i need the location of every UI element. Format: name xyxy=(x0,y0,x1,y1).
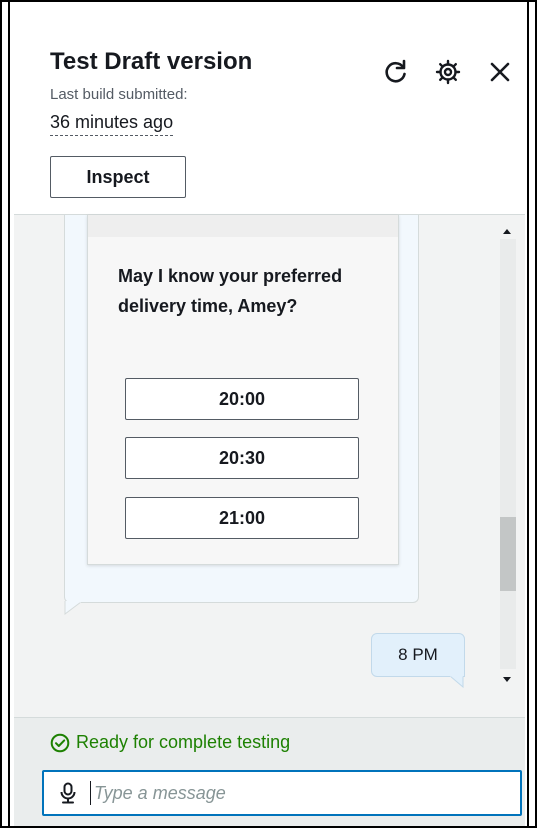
microphone-icon[interactable] xyxy=(58,782,78,804)
panel-title: Test Draft version xyxy=(50,48,253,75)
panel-right-border xyxy=(527,2,529,826)
scroll-thumb[interactable] xyxy=(500,517,516,591)
option-button-3[interactable]: 21:00 xyxy=(125,497,359,539)
option-button-1[interactable]: 20:00 xyxy=(125,378,359,420)
option-button-2[interactable]: 20:30 xyxy=(125,437,359,479)
refresh-icon[interactable] xyxy=(382,58,410,86)
test-panel: Test Draft version Last build submitted:… xyxy=(0,0,537,828)
chat-transcript[interactable]: May I know your preferred delivery time,… xyxy=(14,214,525,718)
bot-bubble-tail xyxy=(64,601,82,615)
message-input[interactable] xyxy=(90,781,520,805)
gear-icon[interactable] xyxy=(434,58,462,86)
user-bubble-tail xyxy=(450,676,464,688)
check-circle-icon xyxy=(50,733,70,752)
response-card: May I know your preferred delivery time,… xyxy=(87,215,399,565)
build-time-ago[interactable]: 36 minutes ago xyxy=(50,112,174,136)
test-status: Ready for complete testing xyxy=(50,732,290,753)
scroll-track[interactable] xyxy=(500,239,516,669)
close-icon[interactable] xyxy=(486,58,514,86)
panel-footer: Ready for complete testing xyxy=(14,717,525,826)
card-image-area xyxy=(88,215,398,237)
build-status-label: Last build submitted: xyxy=(50,86,188,103)
card-question-text: May I know your preferred delivery time,… xyxy=(118,266,343,316)
inspect-button[interactable]: Inspect xyxy=(50,156,186,198)
chat-scrollbar[interactable] xyxy=(495,215,521,695)
panel-left-border xyxy=(8,2,10,826)
status-text: Ready for complete testing xyxy=(76,732,291,752)
user-message-bubble: 8 PM xyxy=(371,633,465,677)
scroll-up-arrow-icon[interactable] xyxy=(503,229,511,234)
message-input-box[interactable] xyxy=(42,770,522,816)
scroll-down-arrow-icon[interactable] xyxy=(503,677,511,682)
panel-header: Test Draft version Last build submitted:… xyxy=(14,2,525,214)
